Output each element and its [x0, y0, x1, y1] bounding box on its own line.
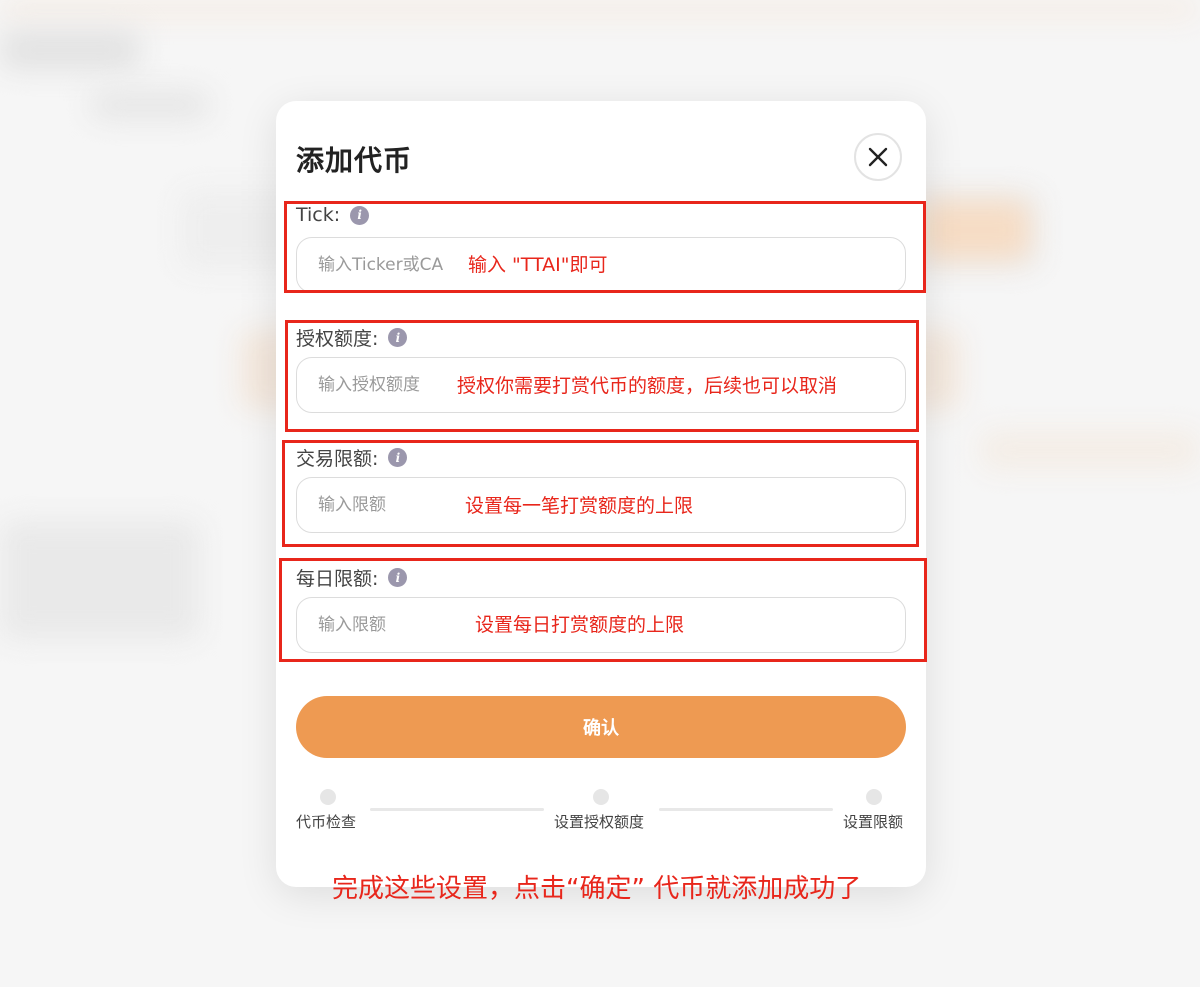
- step-connector: [370, 808, 544, 811]
- step-connector: [659, 808, 833, 811]
- annotation-tick-hint: 输入 "TTAI"即可: [468, 254, 608, 276]
- step-label-token-check: 代币检查: [296, 813, 357, 831]
- step-label-allowance: 设置授权额度: [554, 813, 645, 831]
- annotation-allowance-hint: 授权你需要打赏代币的额度，后续也可以取消: [457, 375, 838, 397]
- info-icon[interactable]: i: [350, 205, 370, 225]
- bg-blur-row: [980, 430, 1200, 470]
- info-icon[interactable]: i: [388, 568, 408, 587]
- modal-title: 添加代币: [296, 144, 413, 177]
- info-icon[interactable]: i: [388, 328, 408, 347]
- tick-label: Tick:: [296, 204, 341, 226]
- bg-blur-sidebar: [0, 520, 200, 640]
- annotation-footer-note: 完成这些设置，点击“确定” 代币就添加成功了: [332, 874, 862, 904]
- bg-blur-top: [0, 0, 1200, 18]
- tick-label-row: Tick: i: [296, 204, 370, 226]
- tx-limit-label: 交易限额:: [296, 448, 379, 470]
- info-icon[interactable]: i: [388, 448, 408, 467]
- bg-blur-logo: [0, 30, 140, 70]
- daily-limit-label: 每日限额:: [296, 568, 379, 590]
- daily-limit-label-row: 每日限额: i: [296, 564, 408, 591]
- step-dot-allowance: [593, 789, 609, 805]
- step-dot-limit: [866, 789, 882, 805]
- allowance-label-row: 授权额度: i: [296, 324, 408, 351]
- close-icon: [868, 147, 888, 167]
- close-button[interactable]: [854, 133, 902, 181]
- allowance-label: 授权额度:: [296, 328, 379, 350]
- bg-blur-nav: [90, 90, 210, 120]
- step-label-limit: 设置限额: [843, 813, 904, 831]
- annotation-daily-limit-hint: 设置每日打赏额度的上限: [475, 614, 685, 636]
- step-dot-token-check: [320, 789, 336, 805]
- tx-limit-label-row: 交易限额: i: [296, 444, 408, 471]
- bg-blur-accent-button: [920, 200, 1030, 260]
- annotation-tx-limit-hint: 设置每一笔打赏额度的上限: [465, 495, 694, 517]
- confirm-button[interactable]: 确认: [296, 696, 906, 758]
